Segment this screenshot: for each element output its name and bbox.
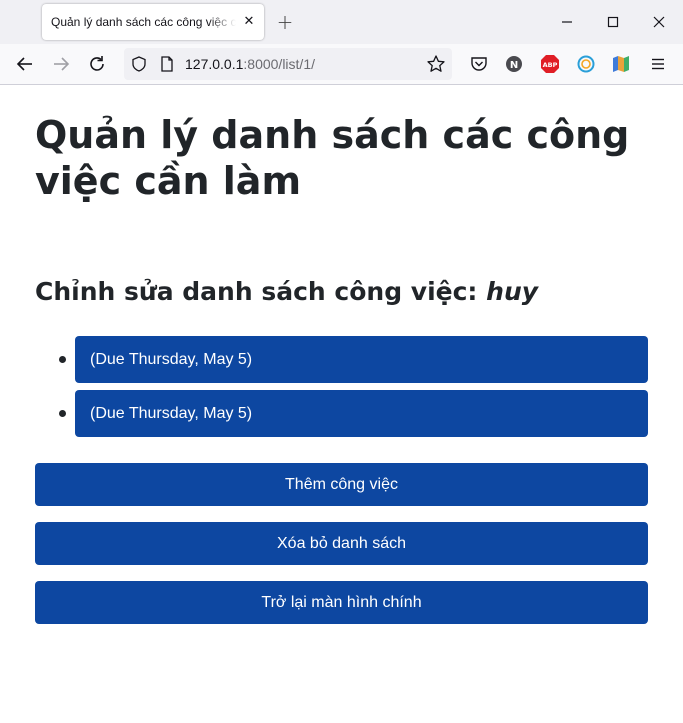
bullet-icon xyxy=(59,356,66,363)
forward-icon[interactable] xyxy=(48,51,74,77)
task-list: (Due Thursday, May 5) (Due Thursday, May… xyxy=(59,336,648,444)
svg-text:ABP: ABP xyxy=(543,61,558,69)
reload-icon[interactable] xyxy=(84,51,110,77)
tab-close-icon[interactable]: ✕ xyxy=(241,14,257,30)
url-text[interactable]: 127.0.0.1:8000/list/1/ xyxy=(185,56,315,72)
page-title: Quản lý danh sách các công việc cần làm xyxy=(35,113,630,203)
task-item-button[interactable]: (Due Thursday, May 5) xyxy=(75,390,648,437)
list-heading-prefix: Chỉnh sửa danh sách công việc: xyxy=(35,277,478,306)
list-heading: Chỉnh sửa danh sách công việc: huy xyxy=(35,275,655,309)
extension-n-icon[interactable]: N xyxy=(504,54,524,74)
maximize-icon[interactable] xyxy=(599,8,627,36)
tab-strip: Quản lý danh sách các công việc cần làm … xyxy=(0,0,683,44)
bullet-icon xyxy=(59,410,66,417)
pocket-icon[interactable] xyxy=(469,54,489,74)
menu-icon[interactable] xyxy=(648,54,668,74)
url-path: :8000/list/1/ xyxy=(243,56,315,72)
bookmark-star-icon[interactable] xyxy=(426,54,446,74)
window-close-icon[interactable] xyxy=(645,8,673,36)
back-home-button[interactable]: Trở lại màn hình chính xyxy=(35,581,648,624)
url-bar[interactable]: 127.0.0.1:8000/list/1/ xyxy=(124,48,452,80)
list-name: huy xyxy=(486,277,539,306)
reader-map-icon[interactable] xyxy=(611,54,631,74)
list-item: (Due Thursday, May 5) xyxy=(59,336,648,383)
task-item-button[interactable]: (Due Thursday, May 5) xyxy=(75,336,648,383)
add-task-button[interactable]: Thêm công việc xyxy=(35,463,648,506)
list-item: (Due Thursday, May 5) xyxy=(59,390,648,437)
shield-icon[interactable] xyxy=(130,55,148,73)
extension-circle-icon[interactable] xyxy=(576,54,596,74)
minimize-icon[interactable] xyxy=(553,8,581,36)
browser-tab[interactable]: Quản lý danh sách các công việc cần làm … xyxy=(42,4,264,40)
navigation-toolbar: 127.0.0.1:8000/list/1/ N ABP xyxy=(0,44,683,85)
page-icon[interactable] xyxy=(158,55,176,73)
adblock-icon[interactable]: ABP xyxy=(540,54,560,74)
svg-text:N: N xyxy=(510,60,518,71)
tab-title: Quản lý danh sách các công việc cần làm xyxy=(51,15,236,29)
new-tab-icon[interactable]: + xyxy=(274,11,296,33)
page-content: Quản lý danh sách các công việc cần làm … xyxy=(0,86,683,723)
delete-list-button[interactable]: Xóa bỏ danh sách xyxy=(35,522,648,565)
back-icon[interactable] xyxy=(12,51,38,77)
url-host: 127.0.0.1 xyxy=(185,56,244,72)
